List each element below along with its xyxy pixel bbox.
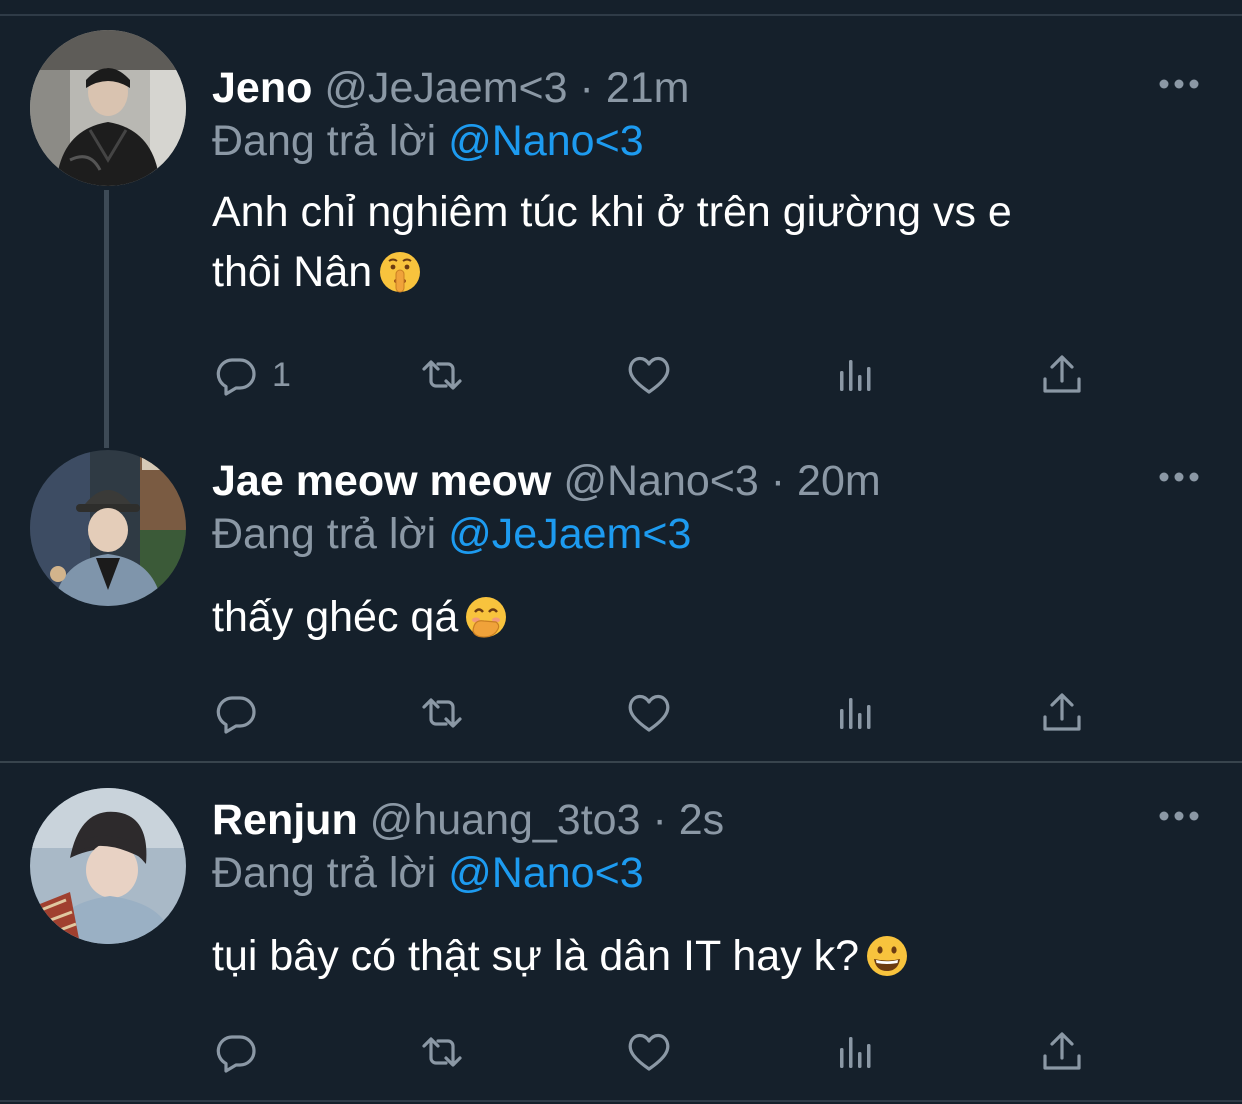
avatar[interactable]: [30, 788, 186, 944]
share-button[interactable]: [1038, 350, 1086, 400]
reply-icon: [216, 358, 256, 396]
share-button[interactable]: [1038, 1027, 1086, 1077]
action-bar: 1: [212, 350, 1092, 400]
mention-link[interactable]: @JeJaem<3: [448, 510, 691, 558]
timestamp[interactable]: 21m: [606, 64, 690, 112]
tweet-text-line: Anh chỉ nghiêm túc khi ở trên giường vs …: [212, 188, 1012, 236]
action-bar: [212, 688, 1092, 738]
retweet-icon: [422, 1037, 462, 1067]
tweet-header: Jae meow meow @Nano<3 · 20m: [212, 455, 881, 507]
tweet-text-line-2: thôi Nân: [212, 242, 1172, 302]
tweet-text-line: tụi bây có thật sự là dân IT hay k?: [212, 932, 860, 980]
retweet-icon: [422, 698, 462, 728]
avatar[interactable]: [30, 30, 186, 186]
timestamp[interactable]: 2s: [679, 796, 724, 844]
more-button[interactable]: [1158, 806, 1200, 826]
like-button[interactable]: [625, 688, 673, 738]
retweet-button[interactable]: [418, 350, 466, 400]
face-with-hand-over-mouth-emoji-icon: [464, 595, 508, 639]
mention-link[interactable]: @Nano<3: [448, 117, 643, 165]
more-button[interactable]: [1158, 467, 1200, 487]
analytics-icon: [840, 1037, 871, 1068]
retweet-button[interactable]: [418, 1027, 466, 1077]
tweet-text: tụi bây có thật sự là dân IT hay k?: [212, 926, 1172, 986]
more-icon: [1159, 79, 1199, 89]
reply-button[interactable]: 1: [212, 350, 291, 400]
tweet-text: Anh chỉ nghiêm túc khi ở trên giường vs …: [212, 182, 1172, 302]
reply-button[interactable]: [212, 1027, 260, 1077]
like-button[interactable]: [625, 350, 673, 400]
replying-to: Đang trả lời @JeJaem<3: [212, 508, 691, 560]
top-divider: [0, 14, 1242, 16]
reply-button[interactable]: [212, 688, 260, 738]
replying-to: Đang trả lời @Nano<3: [212, 847, 644, 899]
separator-dot: ·: [579, 64, 594, 112]
analytics-button[interactable]: [832, 350, 880, 400]
tweet-text-line: thấy ghéc qá: [212, 593, 459, 641]
retweet-button[interactable]: [418, 688, 466, 738]
grinning-face-emoji-icon: [865, 934, 909, 978]
separator-dot: ·: [770, 457, 786, 505]
replying-to-label: Đang trả lời: [212, 510, 437, 558]
tweet-header: Jeno @JeJaem<3 · 21m: [212, 62, 689, 114]
tweet-divider: [0, 761, 1242, 763]
more-icon: [1159, 811, 1199, 821]
analytics-button[interactable]: [832, 1027, 880, 1077]
shushing-face-emoji-icon: [378, 250, 422, 294]
separator-dot: ·: [652, 796, 667, 844]
thread-connector-line: [104, 190, 109, 448]
like-icon: [628, 356, 670, 394]
analytics-icon: [840, 698, 871, 729]
user-handle[interactable]: @huang_3to3: [370, 796, 641, 844]
share-icon: [1043, 355, 1081, 393]
share-button[interactable]: [1038, 688, 1086, 738]
display-name[interactable]: Renjun: [212, 796, 358, 844]
reply-icon: [216, 1035, 256, 1073]
user-handle[interactable]: @Nano<3: [563, 457, 758, 505]
replying-to-label: Đang trả lời: [212, 117, 437, 165]
like-icon: [628, 694, 670, 732]
user-handle[interactable]: @JeJaem<3: [324, 64, 567, 112]
like-button[interactable]: [625, 1027, 673, 1077]
more-button[interactable]: [1158, 74, 1200, 94]
avatar-renjun-image: [30, 788, 186, 944]
reply-icon: [216, 696, 256, 734]
reply-count: 1: [272, 355, 291, 394]
tweet-header: Renjun @huang_3to3 · 2s: [212, 794, 724, 846]
mention-link[interactable]: @Nano<3: [448, 849, 643, 897]
avatar[interactable]: [30, 450, 186, 606]
replying-to-label: Đang trả lời: [212, 849, 437, 897]
tweet-text-line: thôi Nân: [212, 248, 373, 296]
retweet-icon: [422, 360, 462, 390]
avatar-jae-image: [30, 450, 186, 606]
timestamp[interactable]: 20m: [797, 457, 881, 505]
tweet-text: thấy ghéc qá: [212, 587, 1172, 647]
share-icon: [1043, 1032, 1081, 1070]
replying-to: Đang trả lời @Nano<3: [212, 115, 644, 167]
more-icon: [1159, 472, 1199, 482]
action-bar: [212, 1027, 1092, 1077]
like-icon: [628, 1033, 670, 1071]
bottom-divider: [0, 1100, 1242, 1102]
share-icon: [1043, 693, 1081, 731]
display-name[interactable]: Jeno: [212, 64, 312, 112]
analytics-button[interactable]: [832, 688, 880, 738]
avatar-jeno-image: [30, 30, 186, 186]
analytics-icon: [840, 360, 871, 391]
display-name[interactable]: Jae meow meow: [212, 457, 551, 505]
